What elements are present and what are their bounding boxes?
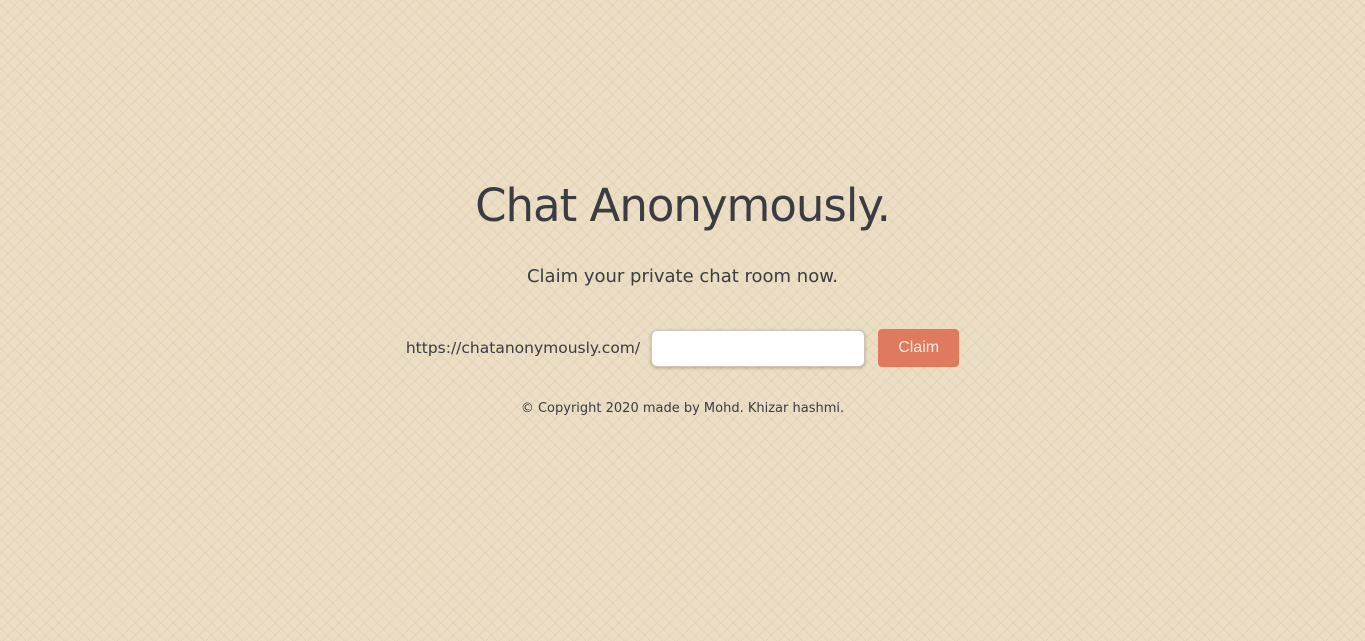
claim-form: https://chatanonymously.com/ Claim [0,328,1365,368]
hero-section: Chat Anonymously. Claim your private cha… [0,0,1365,641]
url-prefix-label: https://chatanonymously.com/ [405,339,641,357]
claim-button[interactable]: Claim [878,329,960,367]
page-subtitle: Claim your private chat room now. [526,266,839,287]
room-name-input[interactable] [651,329,866,367]
copyright-footer: © Copyright 2020 made by Mohd. Khizar ha… [520,401,845,416]
page-title: Chat Anonymously. [475,179,891,232]
